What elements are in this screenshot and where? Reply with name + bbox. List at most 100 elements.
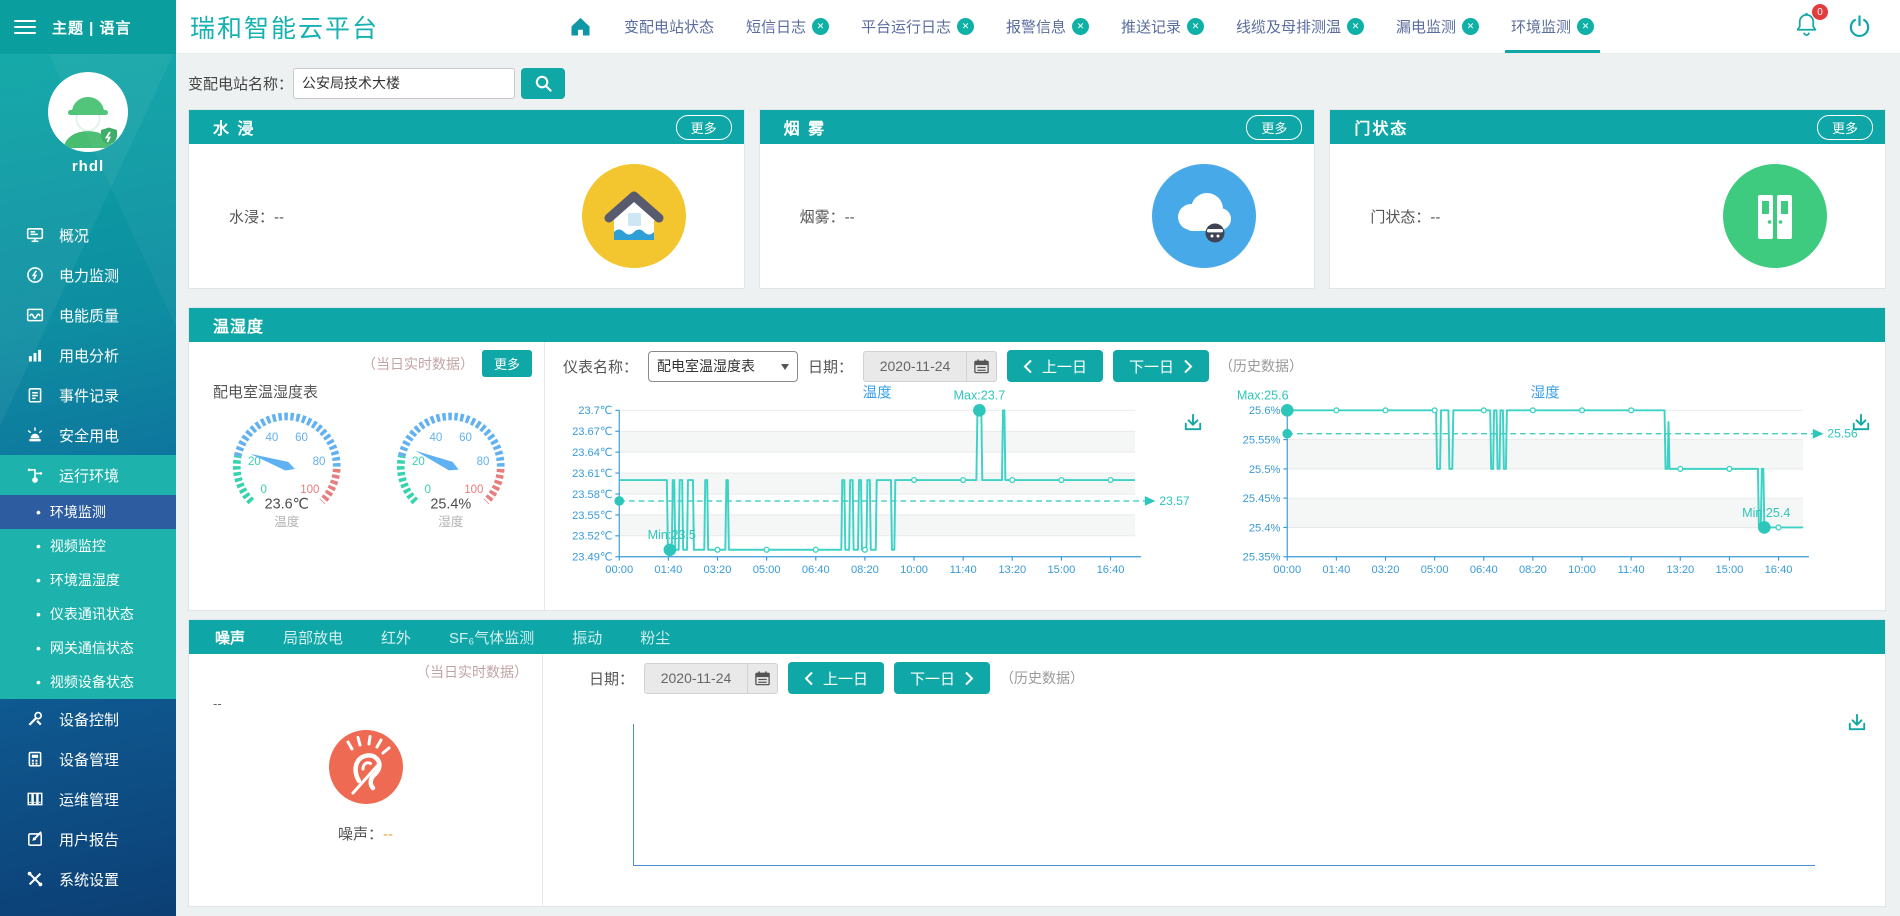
topnav-item-环境监测[interactable]: 环境监测 ✕	[1511, 0, 1594, 53]
date-label: 日期：	[808, 356, 853, 377]
noise-realtime-pane: （当日实时数据） -- 噪声：--	[189, 654, 543, 906]
logout-button[interactable]	[1847, 14, 1872, 39]
sidebar-item-事件记录[interactable]: 事件记录	[0, 375, 176, 415]
clear-badge-icon[interactable]: ✕	[1072, 18, 1089, 35]
sidebar-subitem-label: 网关通信状态	[50, 638, 134, 658]
topbar-main: 瑞和智能云平台 变配电站状态短信日志✕平台运行日志✕报警信息✕推送记录✕线缆及母…	[176, 0, 1900, 54]
next-day-button[interactable]: 下一日	[1113, 350, 1209, 382]
sidebar: rhdl 概况电力监测电能质量用电分析事件记录安全用电运行环境•环境监测•视频监…	[0, 54, 176, 916]
sidebar-subitem-视频监控[interactable]: •视频监控	[0, 529, 176, 563]
tab-红外[interactable]: 红外	[381, 627, 411, 648]
sidebar-subitem-环境温湿度[interactable]: •环境温湿度	[0, 563, 176, 597]
tab-噪声[interactable]: 噪声	[215, 627, 245, 648]
svg-text:80: 80	[476, 456, 489, 468]
svg-text:0: 0	[260, 484, 266, 496]
prev-day-button[interactable]: 上一日	[788, 662, 884, 694]
date-value: 2020-11-24	[864, 358, 966, 374]
svg-text:Max:25.6: Max:25.6	[1237, 389, 1289, 403]
clear-badge-icon[interactable]: ✕	[1347, 18, 1364, 35]
svg-text:01:40: 01:40	[1322, 564, 1350, 576]
search-button[interactable]	[521, 68, 565, 99]
search-icon	[534, 74, 553, 93]
clear-badge-icon[interactable]: ✕	[957, 18, 974, 35]
bullet-icon: •	[36, 641, 41, 655]
sidebar-item-运行环境[interactable]: 运行环境	[0, 455, 176, 495]
topnav-item-label: 环境监测	[1511, 16, 1571, 37]
topnav-item-漏电监测[interactable]: 漏电监测✕	[1396, 0, 1479, 53]
noise-value: --	[383, 826, 393, 843]
temperature-chart: 23.7℃23.67℃23.64℃23.61℃23.58℃23.55℃23.52…	[563, 382, 1203, 587]
station-search-row: 变配电站名称：	[188, 67, 1886, 99]
topnav-item-线缆及母排测温[interactable]: 线缆及母排测温✕	[1236, 0, 1364, 53]
home-icon[interactable]	[569, 15, 592, 38]
event-log-icon	[26, 386, 44, 404]
svg-text:13:20: 13:20	[1666, 564, 1694, 576]
sidebar-item-设备管理[interactable]: 设备管理	[0, 739, 176, 779]
chevron-right-icon	[964, 671, 974, 686]
sidebar-item-概况[interactable]: 概况	[0, 215, 176, 255]
clear-badge-icon[interactable]: ✕	[1577, 18, 1594, 35]
station-name-label: 变配电站名称：	[188, 73, 293, 94]
sidebar-item-label: 用电分析	[59, 345, 119, 366]
sidebar-subitem-环境监测[interactable]: •环境监测	[0, 495, 176, 529]
topnav-item-短信日志[interactable]: 短信日志✕	[746, 0, 829, 53]
clear-badge-icon[interactable]: ✕	[812, 18, 829, 35]
meter-select[interactable]: 配电室温湿度表	[648, 351, 798, 382]
station-search-input[interactable]	[293, 68, 515, 99]
topnav-item-label: 平台运行日志	[861, 16, 951, 37]
sidebar-item-设备控制[interactable]: 设备控制	[0, 699, 176, 739]
topbar: 主题 | 语言 瑞和智能云平台 变配电站状态短信日志✕平台运行日志✕报警信息✕推…	[0, 0, 1900, 54]
avatar[interactable]	[48, 72, 128, 152]
svg-text:温度: 温度	[863, 385, 892, 402]
topnav-item-变配电站状态[interactable]: 变配电站状态	[624, 0, 714, 53]
door-sensor-icon	[1723, 164, 1827, 268]
svg-text:23.55℃: 23.55℃	[572, 510, 612, 522]
prev-day-button[interactable]: 上一日	[1007, 350, 1103, 382]
sidebar-subitem-视频设备状态[interactable]: •视频设备状态	[0, 665, 176, 699]
download-icon[interactable]	[1183, 412, 1203, 432]
sidebar-item-系统设置[interactable]: 系统设置	[0, 859, 176, 899]
svg-text:23.7℃: 23.7℃	[578, 405, 612, 417]
topnav-item-推送记录[interactable]: 推送记录✕	[1121, 0, 1204, 53]
clear-badge-icon[interactable]: ✕	[1462, 18, 1479, 35]
charts-row: 23.7℃23.67℃23.64℃23.61℃23.58℃23.55℃23.52…	[563, 382, 1871, 587]
topnav-item-平台运行日志[interactable]: 平台运行日志 ✕	[861, 0, 974, 53]
card-value: 水浸：--	[229, 206, 284, 227]
sidebar-item-电力监测[interactable]: 电力监测	[0, 255, 176, 295]
sidebar-item-安全用电[interactable]: 安全用电	[0, 415, 176, 455]
clear-badge-icon[interactable]: ✕	[1187, 18, 1204, 35]
download-icon[interactable]	[1847, 712, 1867, 732]
chevron-left-icon	[1023, 359, 1033, 374]
next-day-button[interactable]: 下一日	[894, 662, 990, 694]
topnav-item-报警信息[interactable]: 报警信息 ✕	[1006, 0, 1089, 53]
tab-局部放电[interactable]: 局部放电	[283, 627, 343, 648]
download-icon[interactable]	[1851, 412, 1871, 432]
sidebar-item-运维管理[interactable]: 运维管理	[0, 779, 176, 819]
date-picker[interactable]: 2020-11-24	[863, 351, 997, 382]
svg-text:23.64℃: 23.64℃	[572, 447, 612, 459]
svg-text:25.6%: 25.6%	[1249, 405, 1281, 417]
theme-language-toggle[interactable]: 主题 | 语言	[52, 17, 132, 38]
sidebar-item-电能质量[interactable]: 电能质量	[0, 295, 176, 335]
card-more-button[interactable]: 更多	[676, 115, 732, 140]
history-label: （历史数据）	[1219, 356, 1303, 376]
sidebar-subitem-仪表通讯状态[interactable]: •仪表通讯状态	[0, 597, 176, 631]
tab-粉尘[interactable]: 粉尘	[640, 627, 670, 648]
card-more-button[interactable]: 更多	[1246, 115, 1302, 140]
card-more-button[interactable]: 更多	[1817, 115, 1873, 140]
notifications-button[interactable]: 0	[1794, 11, 1819, 42]
tab-振动[interactable]: 振动	[572, 627, 602, 648]
gauge-more-button[interactable]: 更多	[482, 350, 532, 377]
date-picker[interactable]: 2020-11-24	[644, 663, 778, 694]
calendar-icon	[966, 352, 996, 381]
hamburger-icon[interactable]	[14, 20, 36, 34]
topnav-item-label: 报警信息	[1006, 16, 1066, 37]
svg-text:11:40: 11:40	[1618, 564, 1645, 576]
svg-text:Min:23.5: Min:23.5	[648, 528, 696, 542]
sidebar-item-用户报告[interactable]: 用户报告	[0, 819, 176, 859]
topnav-item-label: 变配电站状态	[624, 16, 714, 37]
noise-value-line: 噪声：--	[203, 823, 528, 844]
sidebar-item-用电分析[interactable]: 用电分析	[0, 335, 176, 375]
tab-SF₆气体监测[interactable]: SF₆气体监测	[449, 627, 534, 648]
sidebar-subitem-网关通信状态[interactable]: • 网关通信状态	[0, 631, 176, 665]
